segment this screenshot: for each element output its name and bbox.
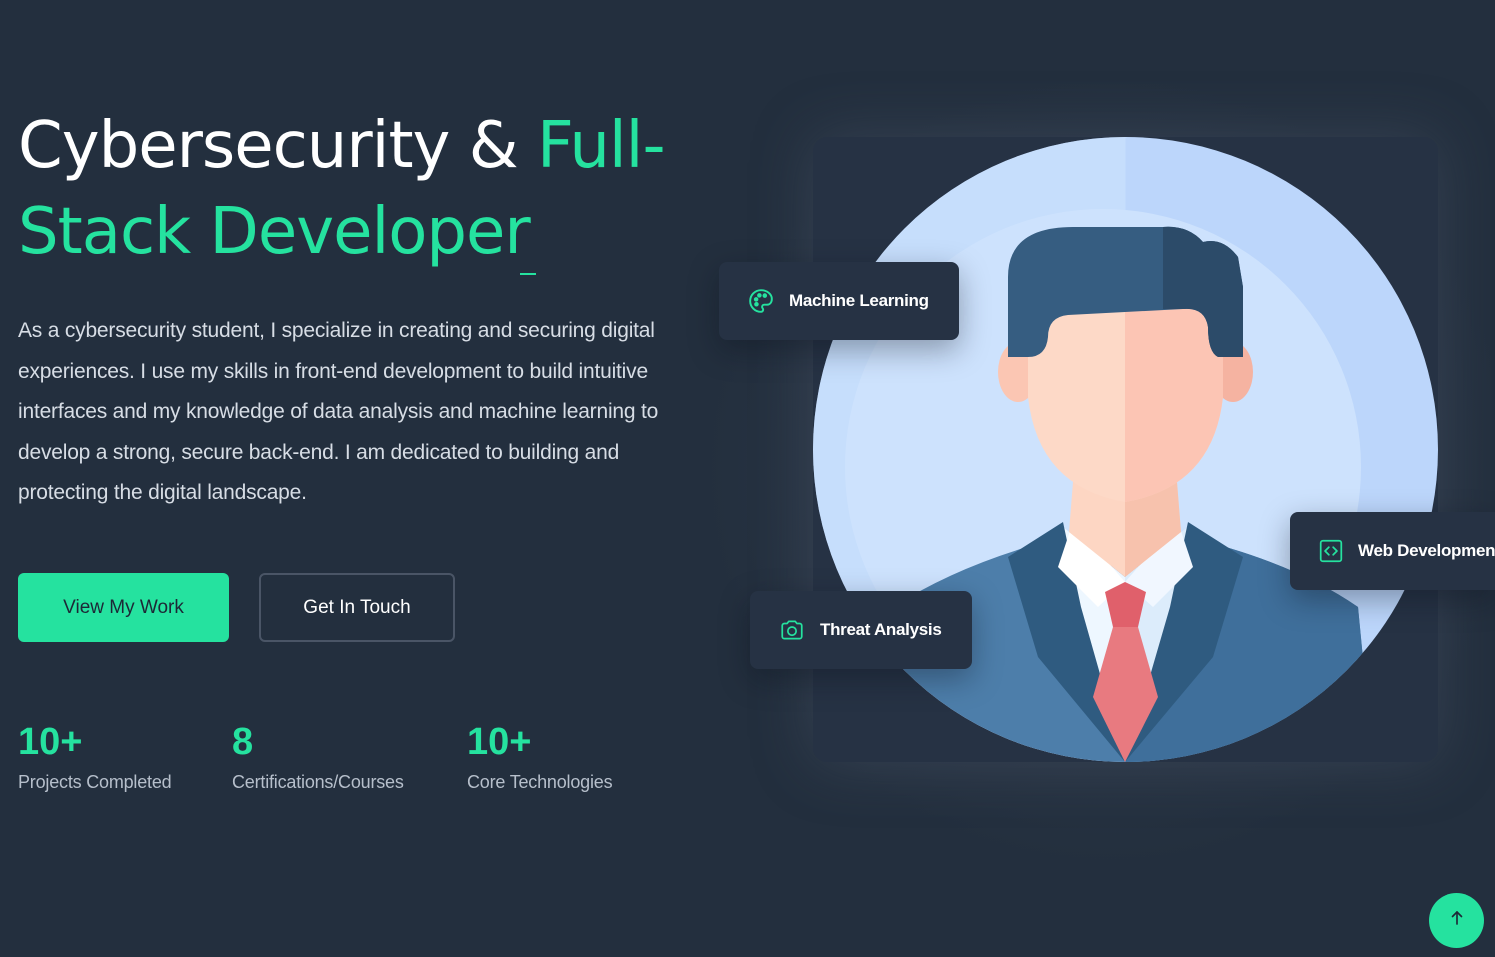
stat-value: 10+ [467, 721, 532, 763]
stat-value: 10+ [18, 721, 83, 763]
hero-title-accent-line2: Stack Developer [18, 195, 531, 269]
stat-certifications: 8 Certifications/Courses [232, 718, 404, 793]
view-my-work-button[interactable]: View My Work [18, 573, 229, 642]
typing-caret [520, 273, 536, 275]
camera-icon [778, 616, 806, 644]
stat-label: Certifications/Courses [232, 772, 404, 792]
stat-technologies: 10+ Core Technologies [467, 718, 613, 793]
chip-web-development: Web Development [1290, 512, 1495, 590]
hero-title: Cybersecurity & Full- Stack Developer [18, 103, 698, 275]
stat-label: Core Technologies [467, 772, 613, 792]
scroll-to-top-button[interactable] [1429, 893, 1484, 948]
hero-title-part1: Cybersecurity & [18, 109, 537, 183]
stat-value: 8 [232, 721, 254, 763]
palette-icon [747, 287, 775, 315]
chip-threat-analysis: Threat Analysis [750, 591, 972, 669]
stat-label: Projects Completed [18, 772, 172, 792]
hero-description: As a cybersecurity student, I specialize… [18, 319, 659, 504]
hero-title-accent-line1: Full- [537, 109, 666, 183]
stat-projects: 10+ Projects Completed [18, 718, 172, 793]
arrow-up-icon [1448, 909, 1466, 932]
chip-label: Threat Analysis [820, 620, 942, 639]
code-icon [1318, 537, 1344, 565]
chip-label: Web Development [1358, 541, 1495, 560]
get-in-touch-button[interactable]: Get In Touch [259, 573, 455, 642]
chip-label: Machine Learning [789, 291, 929, 310]
chip-machine-learning: Machine Learning [719, 262, 959, 340]
